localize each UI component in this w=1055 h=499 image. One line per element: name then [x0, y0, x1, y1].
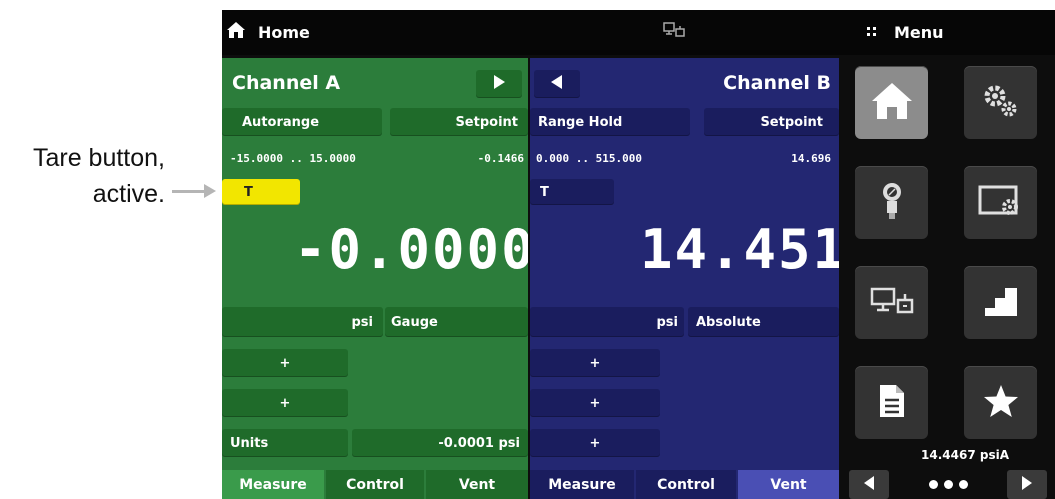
- menu-button[interactable]: Menu: [866, 18, 944, 46]
- menu-tile-display-settings[interactable]: [964, 166, 1037, 239]
- channel-a-unit-button[interactable]: psi: [222, 307, 383, 337]
- channel-b-reading: 14.451: [640, 218, 839, 281]
- channel-b-range: 0.000 .. 515.000: [536, 152, 642, 165]
- channel-a-plus-button-1[interactable]: +: [222, 349, 348, 377]
- page-dot-1: [928, 480, 938, 489]
- callout-line-1: Tare button,: [32, 144, 165, 172]
- channel-b-setpoint-value: 14.696: [791, 152, 831, 165]
- callout-arrow-head: [204, 184, 216, 198]
- channel-a-tare-button[interactable]: T: [222, 179, 300, 205]
- channel-a-reading: -0.0000: [294, 218, 528, 281]
- tare-callout: Tare button, active.: [0, 130, 220, 210]
- menu-next-page-button[interactable]: [1007, 470, 1047, 499]
- remote-icon: [870, 286, 914, 320]
- menu-tile-remote[interactable]: [855, 266, 928, 339]
- channel-a-setpoint-value: -0.1466: [477, 152, 524, 165]
- menu-readout: 14.4467 psiA: [921, 448, 1009, 462]
- menu-tile-step[interactable]: [964, 266, 1037, 339]
- menu-tile-home[interactable]: [855, 66, 928, 139]
- arrow-left-icon: [863, 475, 875, 495]
- channel-a-title: Channel A: [232, 72, 341, 94]
- arrow-left-icon: [550, 74, 564, 94]
- channel-a-setpoint-button[interactable]: Setpoint: [390, 108, 528, 136]
- arrow-right-icon: [492, 74, 506, 94]
- channel-a-tab-vent[interactable]: Vent: [426, 470, 528, 499]
- channel-a-mode-button[interactable]: Gauge: [385, 307, 528, 337]
- channel-a-plus-button-2[interactable]: +: [222, 389, 348, 417]
- home-small-icon: [226, 20, 246, 44]
- channel-b-mode-button[interactable]: Absolute: [688, 307, 839, 337]
- channel-b-setpoint-button[interactable]: Setpoint: [704, 108, 839, 136]
- channel-b-plus-button-3[interactable]: +: [530, 429, 660, 457]
- channel-a-range: -15.0000 .. 15.0000: [230, 152, 356, 165]
- top-bar: Home Menu: [222, 10, 1055, 55]
- page-dot-2: [943, 480, 953, 489]
- channel-a-tab-control[interactable]: Control: [326, 470, 424, 499]
- home-icon: [870, 81, 914, 125]
- menu-tile-sensor[interactable]: [855, 166, 928, 239]
- channel-a-panel: Channel A Autorange Setpoint -15.0000 ..…: [222, 58, 528, 499]
- channel-b-title: Channel B: [723, 72, 831, 94]
- units-value: -0.0001 psi: [352, 429, 528, 457]
- page-dot-3: [958, 480, 968, 489]
- sensor-icon: [880, 181, 904, 225]
- range-hold-button[interactable]: Range Hold: [530, 108, 690, 136]
- channel-a-tab-measure[interactable]: Measure: [222, 470, 324, 499]
- channel-b-unit-button[interactable]: psi: [530, 307, 684, 337]
- channel-a-next-button[interactable]: [476, 70, 522, 98]
- grid-menu-icon: [866, 23, 878, 42]
- display-settings-icon: [978, 183, 1024, 223]
- channel-b-tab-vent[interactable]: Vent: [738, 470, 839, 499]
- channel-b-plus-button-2[interactable]: +: [530, 389, 660, 417]
- menu-prev-page-button[interactable]: [849, 470, 889, 499]
- channel-b-tab-control[interactable]: Control: [636, 470, 736, 499]
- arrow-right-icon: [1021, 475, 1033, 495]
- channel-b-prev-button[interactable]: [534, 70, 580, 98]
- menu-tile-document[interactable]: [855, 366, 928, 439]
- device-screen: Home Menu Channel A Autorange Setpoint -…: [222, 10, 1055, 499]
- units-button[interactable]: Units: [222, 429, 348, 457]
- document-icon: [878, 383, 906, 423]
- callout-text: Tare button, active.: [33, 140, 165, 212]
- favorite-icon: [982, 383, 1020, 423]
- menu-tile-settings[interactable]: [964, 66, 1037, 139]
- menu-panel: 14.4467 psiA: [841, 58, 1055, 499]
- autorange-button[interactable]: Autorange: [222, 108, 382, 136]
- callout-arrow-line: [172, 190, 208, 193]
- channel-b-tab-measure[interactable]: Measure: [530, 470, 634, 499]
- channel-b-panel: Channel B Range Hold Setpoint 0.000 .. 5…: [530, 58, 839, 499]
- channel-b-plus-button-1[interactable]: +: [530, 349, 660, 377]
- page-title: Home: [258, 22, 310, 42]
- menu-tile-favorite[interactable]: [964, 366, 1037, 439]
- page-indicator: [911, 470, 985, 499]
- home-button[interactable]: Home: [226, 18, 310, 46]
- settings-icon: [981, 83, 1021, 123]
- step-icon: [983, 284, 1019, 322]
- channel-b-tare-button[interactable]: T: [530, 179, 614, 205]
- remote-connection-icon: [663, 21, 685, 43]
- callout-line-2: active.: [92, 180, 165, 208]
- menu-label: Menu: [894, 22, 944, 42]
